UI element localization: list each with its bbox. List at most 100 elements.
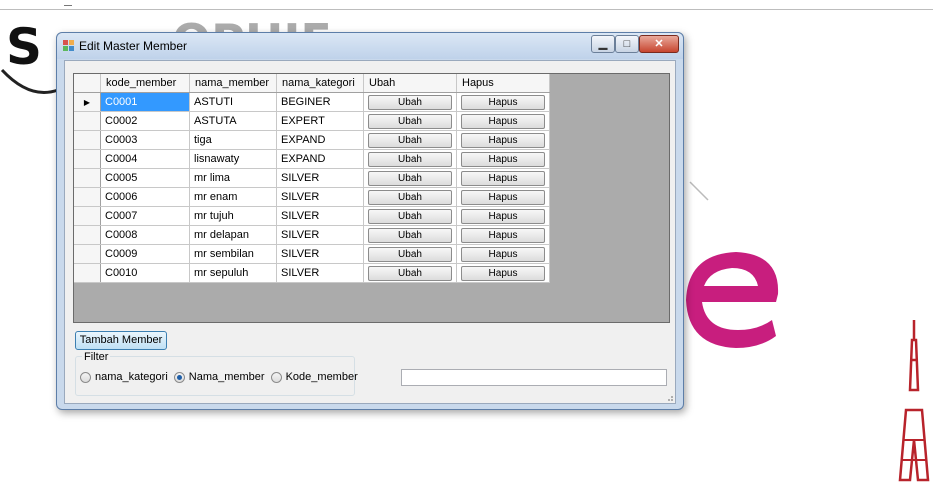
ubah-button[interactable]: Ubah [368,151,452,167]
cell-ubah: Ubah [363,187,457,207]
hapus-button[interactable]: Hapus [461,265,545,281]
cell-kode-member[interactable]: C0004 [100,149,190,169]
search-input[interactable] [401,369,667,386]
table-row[interactable]: C0007 mr tujuh SILVER Ubah Hapus [74,206,550,226]
hapus-button[interactable]: Hapus [461,170,545,186]
hapus-button[interactable]: Hapus [461,208,545,224]
filter-group: Filter nama_kategori Nama_member Kode_memb… [75,351,358,396]
cell-ubah: Ubah [363,92,457,112]
table-row[interactable]: C0010 mr sepuluh SILVER Ubah Hapus [74,263,550,283]
column-header-kode-member[interactable]: kode_member [100,74,190,93]
cell-kode-member[interactable]: C0002 [100,111,190,131]
close-button[interactable]: ✕ [639,35,679,53]
row-header[interactable]: ▶ [74,92,101,112]
cell-nama-member[interactable]: ASTUTA [189,111,277,131]
ubah-button[interactable]: Ubah [368,246,452,262]
eiffel-icon [898,320,930,482]
column-header-hapus[interactable]: Hapus [456,74,550,93]
ubah-button[interactable]: Ubah [368,189,452,205]
title-bar[interactable]: Edit Master Member ▁ □ ✕ [57,33,683,59]
maximize-button[interactable]: □ [615,35,639,53]
row-header[interactable] [74,263,101,283]
add-member-button[interactable]: Tambah Member [75,331,167,350]
cell-nama-kategori[interactable]: SILVER [276,244,364,264]
table-body: ▶ C0001 ASTUTI BEGINER Ubah Hapus C0002 ASTUTA E… [74,92,550,283]
hapus-button[interactable]: Hapus [461,227,545,243]
row-header[interactable] [74,130,101,150]
hapus-button[interactable]: Hapus [461,246,545,262]
cell-nama-member[interactable]: mr sembilan [189,244,277,264]
app-icon [63,40,74,51]
cell-kode-member[interactable]: C0010 [100,263,190,283]
top-dash [64,5,72,6]
cell-hapus: Hapus [456,111,550,131]
cell-nama-member[interactable]: mr sepuluh [189,263,277,283]
column-header-ubah[interactable]: Ubah [363,74,457,93]
member-data-grid[interactable]: kode_member nama_member nama_kategori Ub… [73,73,670,323]
cell-nama-kategori[interactable]: EXPAND [276,149,364,169]
table-row[interactable]: ▶ C0001 ASTUTI BEGINER Ubah Hapus [74,92,550,112]
filter-radio-1[interactable] [173,371,185,383]
filter-radio-0[interactable] [80,371,91,383]
cell-kode-member[interactable]: C0007 [100,206,190,226]
cell-kode-member[interactable]: C0009 [100,244,190,264]
table-row[interactable]: C0002 ASTUTA EXPERT Ubah Hapus [74,111,550,131]
row-header[interactable] [74,111,101,131]
cell-nama-member[interactable]: mr lima [189,168,277,188]
cell-kode-member[interactable]: C0006 [100,187,190,207]
row-header[interactable] [74,149,101,169]
table-row[interactable]: C0004 lisnawaty EXPAND Ubah Hapus [74,149,550,169]
ubah-button[interactable]: Ubah [368,227,452,243]
filter-radio-2[interactable] [270,371,282,383]
cell-nama-kategori[interactable]: SILVER [276,187,364,207]
row-header[interactable] [74,168,101,188]
ubah-button[interactable]: Ubah [368,208,452,224]
cell-nama-member[interactable]: mr delapan [189,225,277,245]
row-header[interactable] [74,206,101,226]
hapus-button[interactable]: Hapus [461,113,545,129]
ubah-button[interactable]: Ubah [368,170,452,186]
cell-kode-member[interactable]: C0001 [100,92,190,112]
minimize-button[interactable]: ▁ [591,35,615,53]
cell-nama-kategori[interactable]: SILVER [276,168,364,188]
table-row[interactable]: C0003 tiga EXPAND Ubah Hapus [74,130,550,150]
column-header-nama-member[interactable]: nama_member [189,74,277,93]
row-header[interactable] [74,244,101,264]
member-table: kode_member nama_member nama_kategori Ub… [74,74,550,283]
table-row[interactable]: C0009 mr sembilan SILVER Ubah Hapus [74,244,550,264]
cell-nama-kategori[interactable]: EXPAND [276,130,364,150]
hapus-button[interactable]: Hapus [461,151,545,167]
cell-nama-member[interactable]: mr enam [189,187,277,207]
column-header-nama-kategori[interactable]: nama_kategori [276,74,364,93]
cell-kode-member[interactable]: C0005 [100,168,190,188]
logo-swoosh [0,68,59,94]
hapus-button[interactable]: Hapus [461,189,545,205]
window-client-area: kode_member nama_member nama_kategori Ub… [64,60,676,404]
cell-hapus: Hapus [456,130,550,150]
ubah-button[interactable]: Ubah [368,94,452,110]
cell-nama-member[interactable]: ASTUTI [189,92,277,112]
cell-kode-member[interactable]: C0008 [100,225,190,245]
resize-grip-icon[interactable] [664,392,674,402]
cell-nama-kategori[interactable]: SILVER [276,263,364,283]
ubah-button[interactable]: Ubah [368,265,452,281]
cell-nama-member[interactable]: tiga [189,130,277,150]
cell-nama-kategori[interactable]: EXPERT [276,111,364,131]
hapus-button[interactable]: Hapus [461,132,545,148]
cell-hapus: Hapus [456,225,550,245]
row-header[interactable] [74,225,101,245]
row-header[interactable] [74,187,101,207]
cell-kode-member[interactable]: C0003 [100,130,190,150]
cell-nama-member[interactable]: lisnawaty [189,149,277,169]
cell-nama-kategori[interactable]: SILVER [276,206,364,226]
ubah-button[interactable]: Ubah [368,113,452,129]
cell-nama-kategori[interactable]: SILVER [276,225,364,245]
cell-nama-kategori[interactable]: BEGINER [276,92,364,112]
cell-nama-member[interactable]: mr tujuh [189,206,277,226]
hapus-button[interactable]: Hapus [461,94,545,110]
table-row[interactable]: C0006 mr enam SILVER Ubah Hapus [74,187,550,207]
table-row[interactable]: C0008 mr delapan SILVER Ubah Hapus [74,225,550,245]
table-row[interactable]: C0005 mr lima SILVER Ubah Hapus [74,168,550,188]
minimize-icon: ▁ [598,38,608,50]
ubah-button[interactable]: Ubah [368,132,452,148]
